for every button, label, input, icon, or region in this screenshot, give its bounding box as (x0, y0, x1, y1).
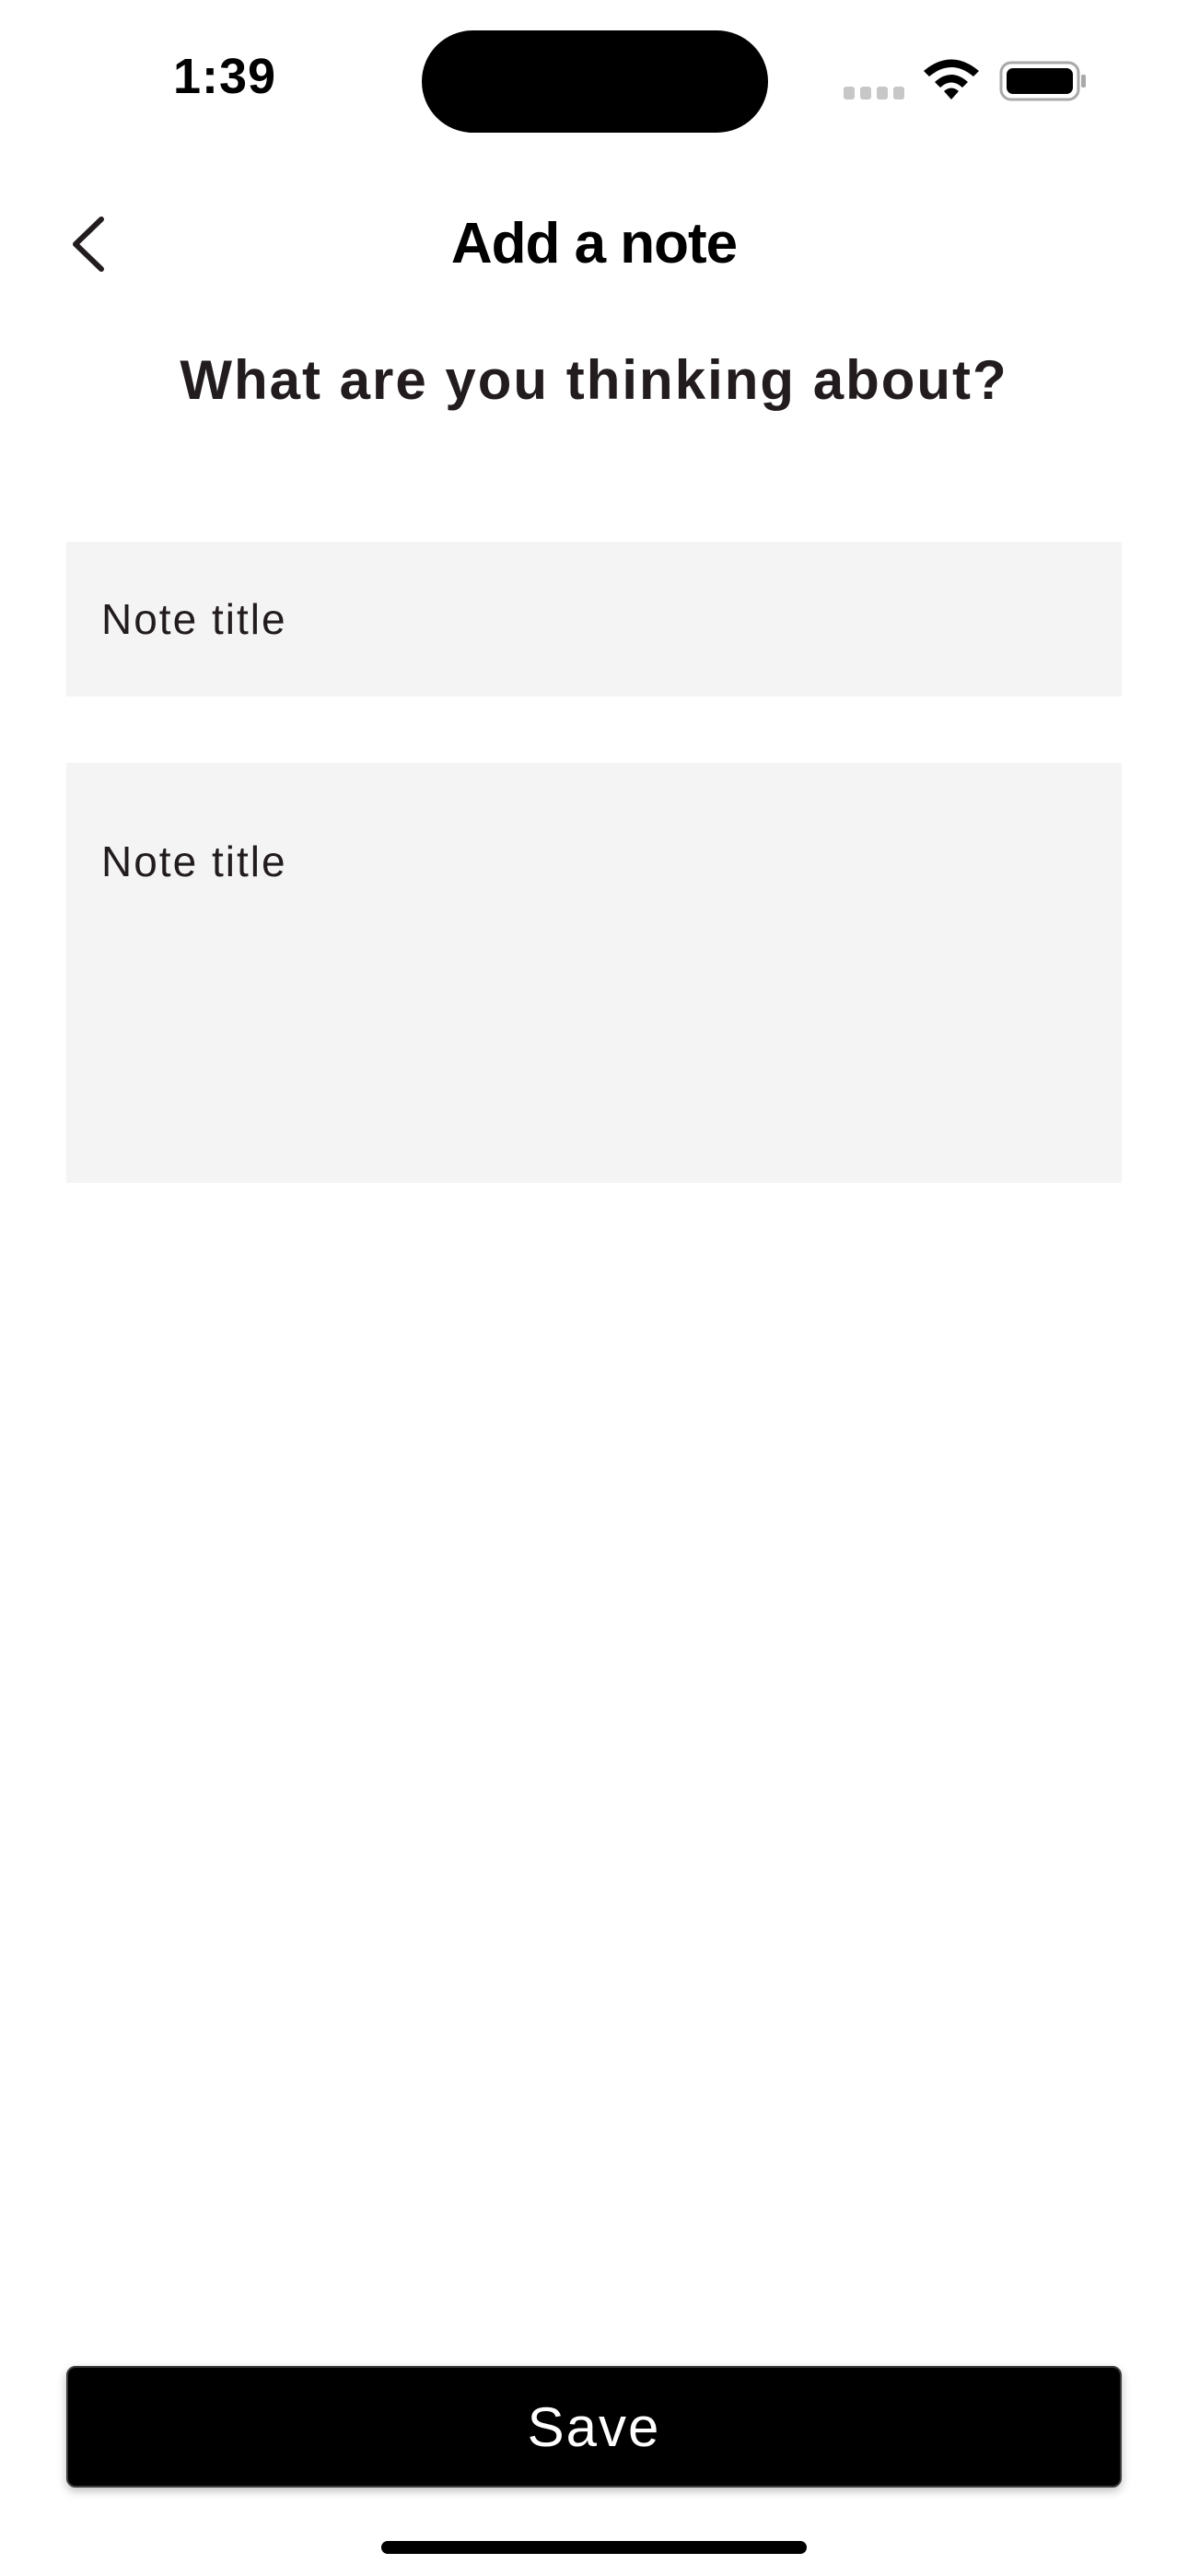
add-note-screen: 1:39 Add a note What are you thinking ab… (0, 0, 1188, 2576)
note-title-input[interactable] (66, 542, 1122, 697)
chevron-left-icon (73, 217, 104, 272)
status-time: 1:39 (173, 49, 277, 104)
save-button[interactable]: Save (66, 2366, 1122, 2488)
cellular-signal-icon (844, 87, 906, 101)
navigation-header: Add a note (0, 184, 1188, 304)
prompt-heading: What are you thinking about? (180, 349, 1008, 411)
battery-icon (999, 61, 1086, 101)
home-indicator (381, 2541, 807, 2554)
page-title: Add a note (450, 212, 738, 275)
wifi-icon (924, 59, 979, 100)
dynamic-island (422, 30, 768, 133)
note-body-input[interactable] (66, 763, 1122, 1183)
status-bar: 1:39 (0, 0, 1188, 157)
back-button[interactable] (52, 207, 125, 281)
